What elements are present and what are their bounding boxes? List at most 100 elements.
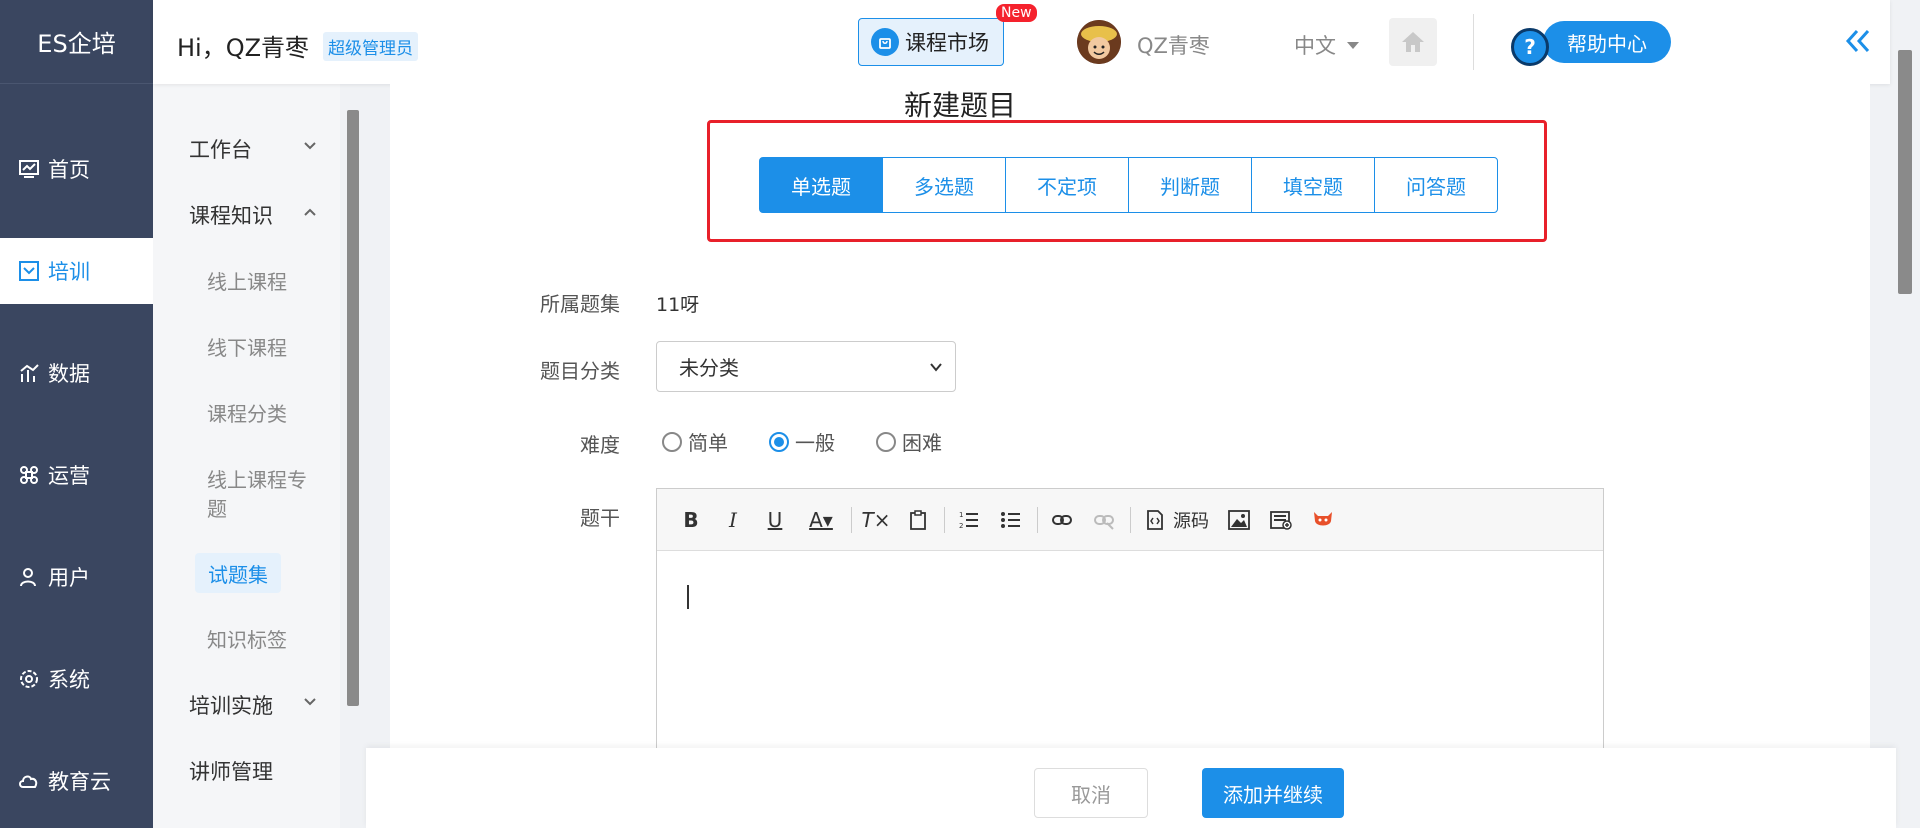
- double-chevron-left-icon[interactable]: [1843, 26, 1873, 56]
- submenu-item-online-course[interactable]: 线上课程: [153, 266, 340, 295]
- toolbar-separator: [1130, 506, 1131, 533]
- tab-indefinite-choice[interactable]: 不定项: [1005, 157, 1129, 213]
- svg-text:2: 2: [959, 522, 963, 530]
- command-icon: [18, 464, 40, 486]
- difficulty-label: 难度: [580, 433, 620, 457]
- help-question-icon[interactable]: ?: [1511, 28, 1549, 66]
- category-label: 题目分类: [540, 359, 620, 383]
- tab-single-choice[interactable]: 单选题: [759, 157, 883, 213]
- avatar[interactable]: [1077, 20, 1121, 64]
- difficulty-easy-radio[interactable]: 简单: [662, 427, 728, 456]
- toolbar-separator: [851, 506, 852, 533]
- sub-menu: 工作台 课程知识 线上课程 线下课程 课程分类 线上课程专 题 培训实施 知识标…: [153, 84, 340, 828]
- nav-item-training[interactable]: 培训: [0, 238, 153, 304]
- question-set-label: 所属题集: [540, 292, 620, 316]
- nav-item-edu-cloud[interactable]: 教育云: [0, 748, 153, 814]
- source-code-icon[interactable]: [1139, 504, 1171, 536]
- submenu-scrollbar[interactable]: [347, 110, 359, 706]
- nav-item-users[interactable]: 用户: [0, 544, 153, 610]
- radio-label: 简单: [688, 431, 728, 455]
- toolbar-separator: [1037, 506, 1038, 533]
- category-select[interactable]: 未分类: [656, 341, 956, 392]
- tab-short-answer[interactable]: 问答题: [1374, 157, 1498, 213]
- unordered-list-icon[interactable]: [995, 504, 1027, 536]
- nav-label: 培训: [48, 260, 90, 284]
- submenu-group-label: 培训实施: [189, 694, 273, 718]
- new-badge: New: [996, 4, 1037, 22]
- home-button[interactable]: [1389, 18, 1437, 66]
- submenu-item-course-category[interactable]: 课程分类: [153, 398, 340, 427]
- role-badge: 超级管理员: [323, 32, 418, 61]
- question-type-tabs: 单选题 多选题 不定项 判断题 填空题 问答题: [759, 157, 1498, 213]
- user-icon: [18, 566, 40, 588]
- tab-fill-blank[interactable]: 填空题: [1251, 157, 1375, 213]
- top-header: Hi，QZ青枣 超级管理员 课程市场 New QZ青枣 中文 帮助中心 ?: [153, 0, 1890, 84]
- radio-dot: [662, 431, 682, 452]
- submenu-item-online-course-topic[interactable]: 线上课程专 题: [153, 464, 340, 522]
- radio-label: 困难: [902, 431, 942, 455]
- training-icon: [18, 260, 40, 282]
- header-divider: [1473, 14, 1474, 70]
- nav-label: 首页: [48, 158, 90, 182]
- app-logo: ES企培: [0, 0, 153, 84]
- tab-true-false[interactable]: 判断题: [1128, 157, 1252, 213]
- clear-format-icon[interactable]: T×: [860, 504, 892, 536]
- username[interactable]: QZ青枣: [1137, 30, 1210, 60]
- nav-label: 运营: [48, 464, 90, 488]
- nav-item-data[interactable]: 数据: [0, 340, 153, 406]
- radio-label: 一般: [795, 431, 835, 455]
- chevron-down-icon: [304, 142, 316, 150]
- shopping-bag-icon: [871, 28, 899, 56]
- nav-item-home[interactable]: 首页: [0, 136, 153, 202]
- bold-icon[interactable]: B: [675, 504, 707, 536]
- course-market-button[interactable]: 课程市场: [858, 18, 1004, 66]
- radio-dot: [876, 431, 896, 452]
- submenu-item-knowledge-tags[interactable]: 知识标签: [153, 624, 340, 653]
- ordered-list-icon[interactable]: 12: [953, 504, 985, 536]
- submenu-item-question-set[interactable]: 试题集: [195, 553, 281, 593]
- text-caret: [687, 585, 689, 609]
- cloud-icon: [18, 770, 40, 792]
- media-icon[interactable]: [1265, 504, 1297, 536]
- chevron-up-icon: [304, 208, 316, 216]
- language-select[interactable]: 中文: [1294, 30, 1362, 60]
- cancel-button[interactable]: 取消: [1034, 768, 1148, 818]
- main-nav: ES企培 首页 培训 数据 运营 用户 系统 教育云: [0, 0, 153, 828]
- italic-icon[interactable]: I: [717, 504, 749, 536]
- nav-item-operations[interactable]: 运营: [0, 442, 153, 508]
- editor-toolbar: B I U A▾ T× 12 源码: [657, 489, 1603, 551]
- difficulty-normal-radio[interactable]: 一般: [769, 427, 835, 456]
- chart-icon: [18, 362, 40, 384]
- submenu-group-workbench[interactable]: 工作台: [153, 134, 340, 164]
- underline-icon[interactable]: U: [759, 504, 791, 536]
- link-icon[interactable]: [1046, 504, 1078, 536]
- caret-down-icon: [1347, 42, 1359, 49]
- image-icon[interactable]: [1223, 504, 1255, 536]
- submenu-item-offline-course[interactable]: 线下课程: [153, 332, 340, 361]
- tab-multiple-choice[interactable]: 多选题: [882, 157, 1006, 213]
- submenu-group-lecturer[interactable]: 讲师管理: [153, 756, 340, 786]
- nav-label: 数据: [48, 362, 90, 386]
- unlink-icon[interactable]: [1088, 504, 1120, 536]
- submenu-group-course-knowledge[interactable]: 课程知识: [153, 200, 340, 230]
- nav-item-system[interactable]: 系统: [0, 646, 153, 712]
- radio-dot-selected: [769, 431, 789, 452]
- course-market-label: 课程市场: [905, 31, 989, 55]
- svg-text:1: 1: [959, 511, 963, 519]
- nav-label: 用户: [48, 566, 90, 590]
- nav-label: 系统: [48, 668, 90, 692]
- submenu-group-training-impl[interactable]: 培训实施: [153, 690, 340, 720]
- question-set-value: 11呀: [656, 294, 700, 316]
- source-code-label[interactable]: 源码: [1173, 507, 1209, 533]
- paste-icon[interactable]: [902, 504, 934, 536]
- chevron-down-icon: [304, 698, 316, 706]
- add-and-continue-button[interactable]: 添加并继续: [1202, 768, 1344, 818]
- difficulty-hard-radio[interactable]: 困难: [876, 427, 942, 456]
- home-icon: [1402, 32, 1424, 52]
- formula-devil-icon[interactable]: [1307, 504, 1339, 536]
- language-label: 中文: [1294, 34, 1336, 58]
- page-title: 新建题目: [903, 89, 1016, 122]
- submenu-item-label: 线上课程专: [207, 468, 307, 492]
- help-center-button[interactable]: 帮助中心: [1543, 21, 1671, 63]
- font-color-icon[interactable]: A▾: [801, 504, 841, 536]
